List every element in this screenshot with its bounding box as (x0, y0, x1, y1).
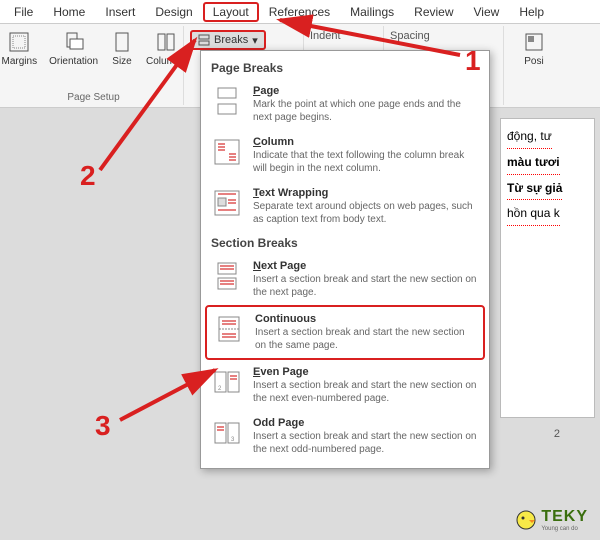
columns-button[interactable]: Columns (142, 28, 189, 69)
dropdown-item-odd-page[interactable]: 3 Odd Page Insert a section break and st… (201, 411, 489, 462)
logo-text: TEKY (541, 508, 588, 525)
dropdown-item-even-page[interactable]: 2 Even Page Insert a section break and s… (201, 360, 489, 411)
item-desc: Separate text around objects on web page… (253, 200, 479, 226)
item-desc: Insert a section break and start the new… (253, 273, 479, 299)
size-button[interactable]: Size (106, 28, 138, 69)
size-label: Size (112, 56, 131, 67)
indent-label: Indent (310, 28, 341, 42)
menu-bar: File Home Insert Design Layout Reference… (0, 0, 600, 24)
text-line: hồn qua k (507, 202, 560, 226)
position-button[interactable]: Posi (518, 28, 550, 69)
item-title: Even Page (253, 366, 479, 378)
tab-design[interactable]: Design (145, 2, 202, 22)
chevron-down-icon: ▾ (252, 34, 258, 47)
orientation-icon (62, 30, 86, 54)
item-title: Page (253, 85, 479, 97)
tab-file[interactable]: File (4, 2, 43, 22)
margins-label: Margins (2, 56, 38, 67)
spacing-label: Spacing (390, 28, 430, 42)
orientation-button[interactable]: Orientation (45, 28, 102, 69)
size-icon (110, 30, 134, 54)
dropdown-item-next-page[interactable]: Next Page Insert a section break and sta… (201, 254, 489, 305)
dropdown-item-text-wrapping[interactable]: Text Wrapping Separate text around objec… (201, 181, 489, 232)
page-setup-label: Page Setup (67, 92, 119, 103)
columns-label: Columns (146, 56, 185, 67)
margins-icon (7, 30, 31, 54)
watermark-logo: TEKY Young can do (515, 508, 588, 532)
tab-help[interactable]: Help (509, 2, 554, 22)
orientation-label: Orientation (49, 56, 98, 67)
item-title: Odd Page (253, 417, 479, 429)
dropdown-header-page-breaks: Page Breaks (201, 57, 489, 79)
item-desc: Indicate that the text following the col… (253, 149, 479, 175)
position-label: Posi (524, 56, 543, 67)
breaks-icon (198, 34, 210, 46)
item-desc: Insert a section break and start the new… (255, 326, 477, 352)
breaks-dropdown: Page Breaks Page Mark the point at which… (200, 50, 490, 469)
odd-page-icon: 3 (211, 417, 243, 449)
dropdown-header-section-breaks: Section Breaks (201, 232, 489, 254)
text-wrapping-icon (211, 187, 243, 219)
item-title: Next Page (253, 260, 479, 272)
item-title: Continuous (255, 313, 477, 325)
page-break-icon (211, 85, 243, 117)
tab-home[interactable]: Home (43, 2, 95, 22)
item-desc: Insert a section break and start the new… (253, 379, 479, 405)
page-number: 2 (554, 428, 560, 440)
margins-button[interactable]: Margins (0, 28, 41, 69)
tab-insert[interactable]: Insert (95, 2, 145, 22)
breaks-label: Breaks (214, 34, 248, 46)
tab-references[interactable]: References (259, 2, 340, 22)
item-desc: Insert a section break and start the new… (253, 430, 479, 456)
duck-icon (515, 509, 537, 531)
dropdown-item-continuous[interactable]: Continuous Insert a section break and st… (205, 305, 485, 360)
document-page[interactable]: động, tư màu tươi Từ sự giả hồn qua k (500, 118, 595, 418)
breaks-button[interactable]: Breaks ▾ (190, 30, 266, 50)
columns-icon (154, 30, 178, 54)
tab-mailings[interactable]: Mailings (340, 2, 404, 22)
next-page-icon (211, 260, 243, 292)
tab-layout[interactable]: Layout (203, 2, 259, 22)
tab-review[interactable]: Review (404, 2, 463, 22)
svg-text:2: 2 (218, 386, 222, 392)
dropdown-item-page[interactable]: Page Mark the point at which one page en… (201, 79, 489, 130)
item-title: Column (253, 136, 479, 148)
item-title: Text Wrapping (253, 187, 479, 199)
position-icon (522, 30, 546, 54)
text-line: động, tư (507, 125, 552, 149)
svg-text:3: 3 (231, 437, 235, 443)
text-line: màu tươi (507, 151, 560, 175)
item-desc: Mark the point at which one page ends an… (253, 98, 479, 124)
column-break-icon (211, 136, 243, 168)
even-page-icon: 2 (211, 366, 243, 398)
continuous-icon (213, 313, 245, 345)
dropdown-item-column[interactable]: Column Indicate that the text following … (201, 130, 489, 181)
logo-subtext: Young can do (541, 526, 588, 532)
text-line: Từ sự giả (507, 177, 562, 201)
tab-view[interactable]: View (464, 2, 510, 22)
